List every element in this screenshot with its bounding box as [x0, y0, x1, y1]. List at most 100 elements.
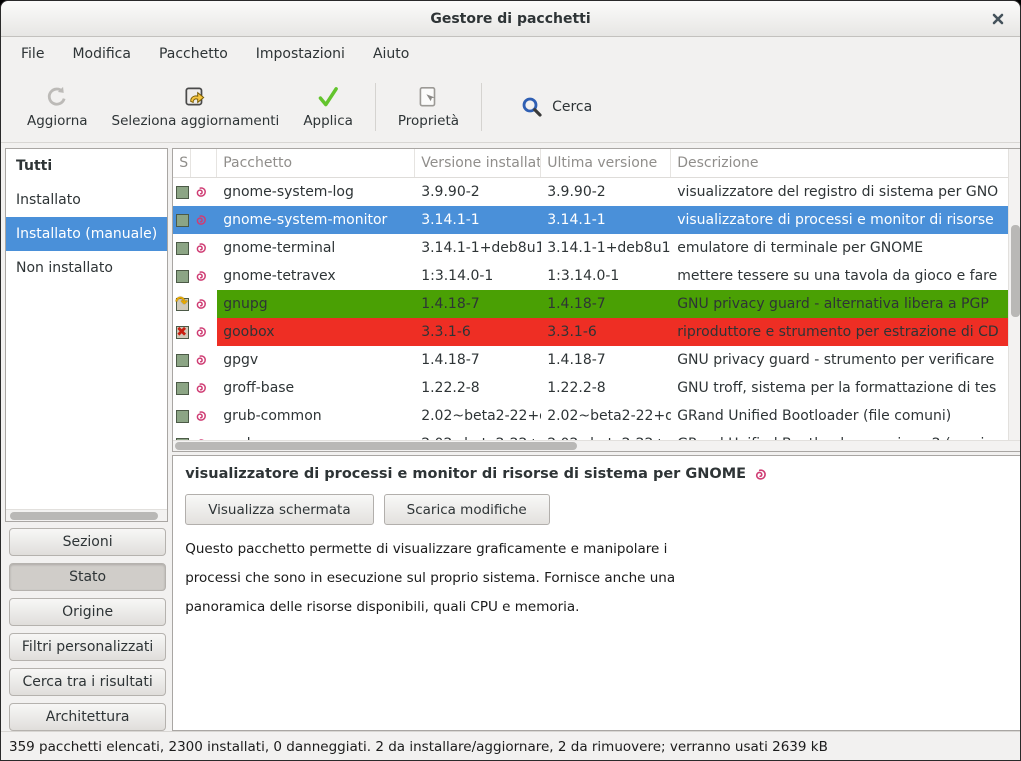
properties-button[interactable]: Proprietà — [386, 76, 471, 138]
status-cell — [173, 262, 191, 290]
column-header-descrizione[interactable]: Descrizione — [671, 149, 1008, 177]
menu-pacchetto[interactable]: Pacchetto — [145, 40, 242, 68]
package-table-body: gnome-system-log 3.9.90-2 3.9.90-2 visua… — [173, 178, 1008, 440]
description-cell: GNU troff, sistema per la formattazione … — [671, 374, 1008, 402]
table-row[interactable]: gnupg 1.4.18-7 1.4.18-7 GNU privacy guar… — [173, 290, 1008, 318]
window-title: Gestore di pacchetti — [430, 11, 590, 27]
scrollbar-thumb[interactable] — [10, 512, 158, 520]
installed-version-cell: 3.9.90-2 — [415, 178, 541, 206]
table-row[interactable]: groff-base 1.22.2-8 1.22.2-8 GNU troff, … — [173, 374, 1008, 402]
status-cell — [173, 374, 191, 402]
sidebar-button-cerca-risultati[interactable]: Cerca tra i risultati — [9, 668, 166, 696]
column-header-pacchetto[interactable]: Pacchetto — [217, 149, 415, 177]
package-name-cell: goobox — [217, 318, 415, 346]
sidebar-button-sezioni[interactable]: Sezioni — [9, 528, 166, 556]
apply-button[interactable]: Applica — [291, 76, 365, 138]
table-row[interactable]: gpgv 1.4.18-7 1.4.18-7 GNU privacy guard… — [173, 346, 1008, 374]
debian-swirl-icon — [193, 241, 207, 255]
table-columns: S Pacchetto Versione installata Ultima v… — [173, 149, 1008, 440]
table-row[interactable]: gnome-terminal 3.14.1-1+deb8u1 3.14.1-1+… — [173, 234, 1008, 262]
table-row[interactable]: grub-pc 2.02~beta2-22+de 2.02~beta2-22+d… — [173, 430, 1008, 440]
properties-icon — [415, 84, 441, 110]
description-cell: GRand Unified Bootloader (file comuni) — [671, 402, 1008, 430]
origin-cell — [191, 262, 217, 290]
origin-cell — [191, 318, 217, 346]
package-status-icon — [176, 298, 189, 311]
origin-cell — [191, 374, 217, 402]
column-header-origin[interactable] — [191, 149, 217, 177]
package-name-cell: gnome-tetravex — [217, 262, 415, 290]
table-vertical-scrollbar[interactable] — [1008, 149, 1021, 440]
package-name-cell: gpgv — [217, 346, 415, 374]
table-row[interactable]: gnome-tetravex 1:3.14.0-1 1:3.14.0-1 met… — [173, 262, 1008, 290]
content-area: Tutti Installato Installato (manuale) No… — [1, 143, 1020, 731]
filter-horizontal-scrollbar[interactable] — [6, 509, 167, 521]
menubar: File Modifica Pacchetto Impostazioni Aiu… — [1, 37, 1020, 71]
table-row[interactable]: gnome-system-monitor 3.14.1-1 3.14.1-1 v… — [173, 206, 1008, 234]
close-icon[interactable] — [990, 11, 1006, 27]
filter-item-label: Installato — [16, 192, 81, 208]
filter-item-installato-manuale[interactable]: Installato (manuale) — [6, 217, 167, 251]
scrollbar-thumb[interactable] — [175, 442, 577, 450]
mark-all-upgrades-button[interactable]: Seleziona aggiornamenti — [100, 76, 292, 138]
menu-modifica[interactable]: Modifica — [58, 40, 145, 68]
description-line: Questo pacchetto permette di visualizzar… — [185, 541, 1009, 557]
latest-version-cell: 2.02~beta2-22+de — [541, 402, 671, 430]
table-row[interactable]: goobox 3.3.1-6 3.3.1-6 riproduttore e st… — [173, 318, 1008, 346]
latest-version-cell: 3.9.90-2 — [541, 178, 671, 206]
table-main: S Pacchetto Versione installata Ultima v… — [173, 149, 1021, 440]
column-header-ultima-versione[interactable]: Ultima versione — [541, 149, 671, 177]
package-status-icon — [176, 242, 189, 255]
sidebar-button-filtri-personalizzati[interactable]: Filtri personalizzati — [9, 633, 166, 661]
search-button[interactable]: Cerca — [506, 87, 606, 127]
menu-file[interactable]: File — [7, 40, 58, 68]
filter-item-installato[interactable]: Installato — [6, 183, 167, 217]
mark-all-upgrades-label: Seleziona aggiornamenti — [112, 113, 280, 129]
search-icon — [520, 95, 544, 119]
sidebar-button-stato[interactable]: Stato — [9, 563, 166, 591]
table-row[interactable]: grub-common 2.02~beta2-22+de 2.02~beta2-… — [173, 402, 1008, 430]
debian-swirl-icon — [193, 185, 207, 199]
sidebar-button-architettura[interactable]: Architettura — [9, 703, 166, 731]
get-changelog-button[interactable]: Scarica modifiche — [384, 494, 550, 525]
status-cell — [173, 318, 191, 346]
latest-version-cell: 3.14.1-1 — [541, 206, 671, 234]
debian-swirl-icon — [193, 409, 207, 423]
sidebar-buttons: Sezioni Stato Origine Filtri personalizz… — [5, 528, 168, 731]
reload-label: Aggiorna — [27, 113, 88, 129]
installed-version-cell: 1.22.2-8 — [415, 374, 541, 402]
package-status-icon — [176, 354, 189, 367]
scrollbar-thumb[interactable] — [1011, 225, 1020, 317]
refresh-icon — [44, 84, 70, 110]
package-name-cell: gnupg — [217, 290, 415, 318]
column-header-versione-installata[interactable]: Versione installata — [415, 149, 541, 177]
description-cell: riproduttore e strumento per estrazione … — [671, 318, 1008, 346]
package-name-cell: gnome-system-monitor — [217, 206, 415, 234]
installed-version-cell: 2.02~beta2-22+de — [415, 402, 541, 430]
origin-cell — [191, 206, 217, 234]
latest-version-cell: 1.4.18-7 — [541, 346, 671, 374]
right-column: S Pacchetto Versione installata Ultima v… — [172, 148, 1021, 731]
menu-impostazioni[interactable]: Impostazioni — [242, 40, 359, 68]
reload-button[interactable]: Aggiorna — [15, 76, 100, 138]
sidebar-button-origine[interactable]: Origine — [9, 598, 166, 626]
filter-item-tutti[interactable]: Tutti — [6, 149, 167, 183]
table-row[interactable]: gnome-system-log 3.9.90-2 3.9.90-2 visua… — [173, 178, 1008, 206]
installed-version-cell: 1.4.18-7 — [415, 346, 541, 374]
latest-version-cell: 1:3.14.0-1 — [541, 262, 671, 290]
origin-cell — [191, 346, 217, 374]
filter-item-label: Tutti — [16, 158, 52, 174]
latest-version-cell: 2.02~beta2-22+de — [541, 430, 671, 440]
toolbar-separator — [481, 83, 482, 131]
debian-swirl-icon — [752, 467, 767, 482]
toolbar-separator — [375, 83, 376, 131]
get-screenshot-button[interactable]: Visualizza schermata — [185, 494, 373, 525]
filter-item-non-installato[interactable]: Non installato — [6, 251, 167, 285]
description-cell: GNU privacy guard - alternativa libera a… — [671, 290, 1008, 318]
package-status-icon — [176, 382, 189, 395]
menu-aiuto[interactable]: Aiuto — [359, 40, 423, 68]
latest-version-cell: 3.14.1-1+deb8u1 — [541, 234, 671, 262]
column-header-status[interactable]: S — [173, 149, 191, 177]
table-horizontal-scrollbar[interactable] — [173, 440, 1021, 451]
description-cell: GRand Unified Bootloader, versione 2 (ve… — [671, 430, 1008, 440]
